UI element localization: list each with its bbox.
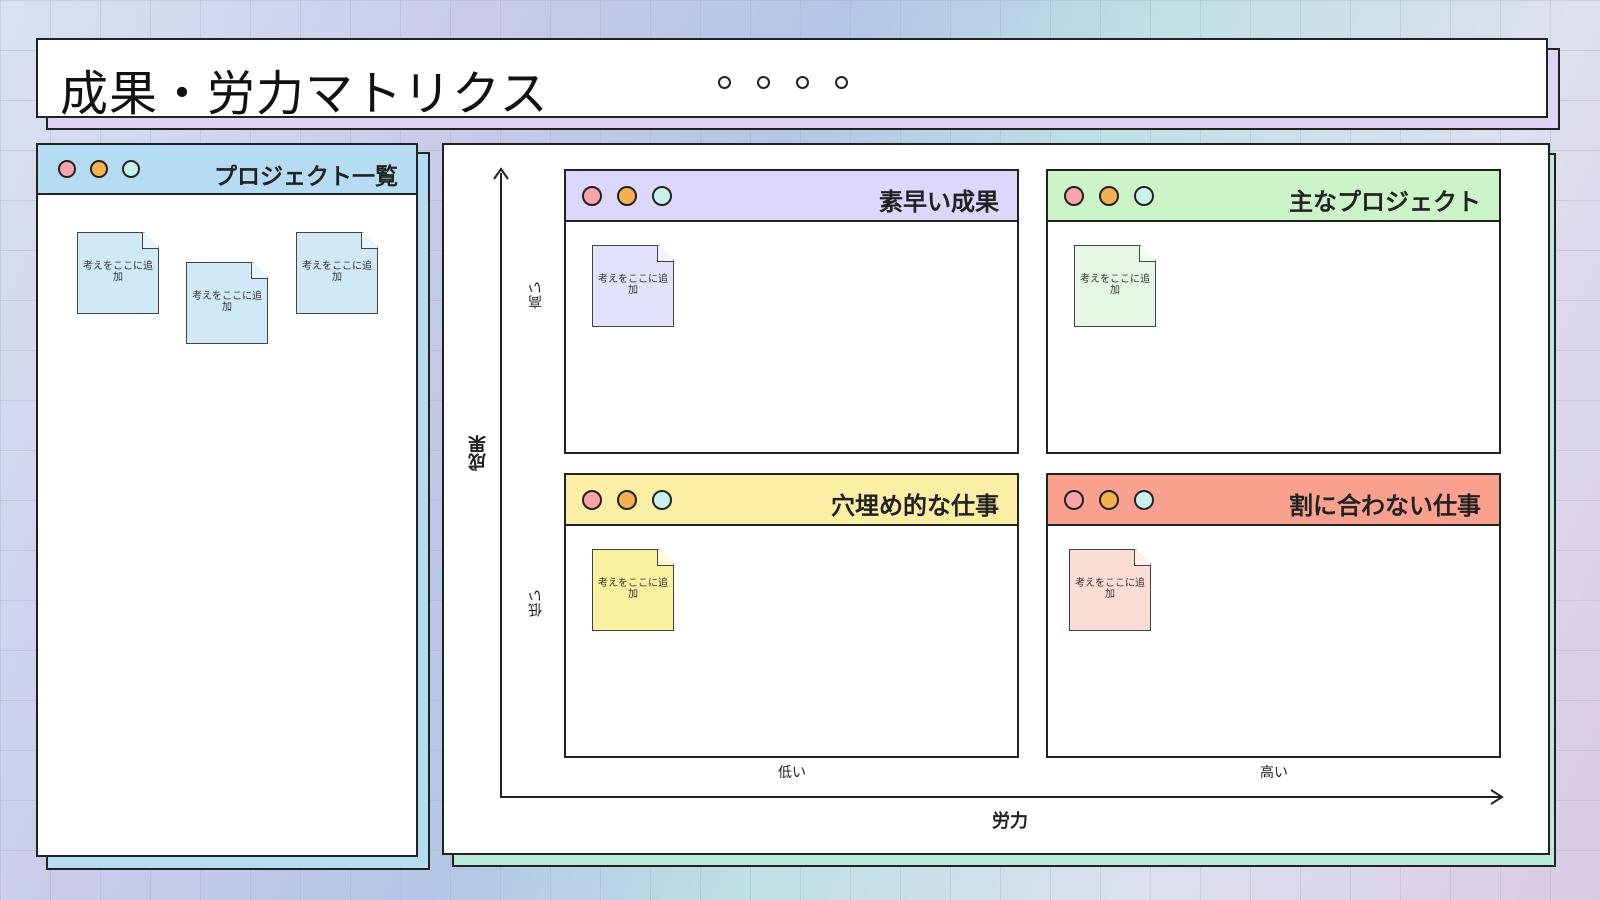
y-tick-high: 高い (528, 281, 544, 309)
cyan-dot-icon (1134, 490, 1154, 510)
x-tick-high: 高い (1260, 765, 1288, 781)
page-fold-icon (361, 232, 378, 249)
quadrant-header: 素早い成果 (566, 171, 1017, 222)
page-fold-icon (1134, 549, 1151, 566)
decorative-dots (718, 76, 848, 89)
red-dot-icon (582, 490, 602, 510)
sticky-note[interactable]: 考えをここに追加 (592, 549, 674, 631)
sticky-note[interactable]: 考えをここに追加 (1069, 549, 1151, 631)
y-tick-low: 低い (528, 589, 544, 617)
quadrant-fill-ins: 穴埋め的な仕事 考えをここに追加 (564, 473, 1019, 758)
matrix-board: 成果 労力 高い 低い 低い 高い 素早い成果 考えをここに追加 主なプロジェク (442, 143, 1550, 855)
x-axis-line (500, 796, 1500, 798)
dot-icon (835, 76, 848, 89)
page-fold-icon (251, 262, 268, 279)
page-fold-icon (1139, 245, 1156, 262)
orange-dot-icon (1099, 490, 1119, 510)
quadrant-title: 割に合わない仕事 (1289, 492, 1481, 520)
sticky-note-text: 考えをここに追加 (1075, 578, 1145, 600)
cyan-dot-icon (1134, 186, 1154, 206)
orange-dot-icon (1099, 186, 1119, 206)
sticky-note-text: 考えをここに追加 (598, 274, 668, 296)
y-axis-label: 成果 (468, 435, 489, 471)
sticky-note-text: 考えをここに追加 (1080, 274, 1150, 296)
title-bar: 成果・労力マトリクス (36, 38, 1548, 122)
orange-dot-icon (617, 186, 637, 206)
red-dot-icon (582, 186, 602, 206)
sticky-note[interactable]: 考えをここに追加 (1074, 245, 1156, 327)
sticky-note-text: 考えをここに追加 (83, 261, 153, 283)
y-axis-line (500, 173, 502, 797)
quadrant-title: 穴埋め的な仕事 (831, 492, 999, 520)
sticky-note-text: 考えをここに追加 (302, 261, 372, 283)
project-list-panel: プロジェクト一覧 考えをここに追加 考えをここに追加 考えをここに追加 (36, 143, 418, 857)
quadrant-title: 主なプロジェクト (1289, 188, 1481, 216)
window-controls (582, 186, 672, 206)
project-list-title: プロジェクト一覧 (214, 164, 398, 190)
sticky-note[interactable]: 考えをここに追加 (296, 232, 378, 314)
quadrant-header: 主なプロジェクト (1048, 171, 1499, 222)
red-dot-icon (58, 160, 76, 178)
quadrant-header: 割に合わない仕事 (1048, 475, 1499, 526)
dot-icon (757, 76, 770, 89)
red-dot-icon (1064, 490, 1084, 510)
x-axis-arrow-icon (1490, 789, 1504, 805)
x-axis-label: 労力 (992, 811, 1028, 832)
page-fold-icon (657, 245, 674, 262)
orange-dot-icon (617, 490, 637, 510)
cyan-dot-icon (122, 160, 140, 178)
sticky-note[interactable]: 考えをここに追加 (77, 232, 159, 314)
cyan-dot-icon (652, 186, 672, 206)
window-controls (1064, 490, 1154, 510)
sticky-note[interactable]: 考えをここに追加 (186, 262, 268, 344)
cyan-dot-icon (652, 490, 672, 510)
project-list-header: プロジェクト一覧 (38, 145, 416, 195)
page-fold-icon (657, 549, 674, 566)
quadrant-header: 穴埋め的な仕事 (566, 475, 1017, 526)
orange-dot-icon (90, 160, 108, 178)
sticky-note[interactable]: 考えをここに追加 (592, 245, 674, 327)
window-controls (58, 160, 140, 178)
y-axis-arrow-icon (493, 167, 509, 180)
quadrant-quick-wins: 素早い成果 考えをここに追加 (564, 169, 1019, 454)
sticky-note-text: 考えをここに追加 (192, 291, 262, 313)
quadrant-title: 素早い成果 (879, 188, 999, 216)
x-tick-low: 低い (778, 765, 806, 781)
quadrant-thankless-tasks: 割に合わない仕事 考えをここに追加 (1046, 473, 1501, 758)
red-dot-icon (1064, 186, 1084, 206)
page-fold-icon (142, 232, 159, 249)
quadrant-major-projects: 主なプロジェクト 考えをここに追加 (1046, 169, 1501, 454)
sticky-note-text: 考えをここに追加 (598, 578, 668, 600)
page-title: 成果・労力マトリクス (60, 66, 549, 122)
dot-icon (718, 76, 731, 89)
window-controls (1064, 186, 1154, 206)
window-controls (582, 490, 672, 510)
dot-icon (796, 76, 809, 89)
